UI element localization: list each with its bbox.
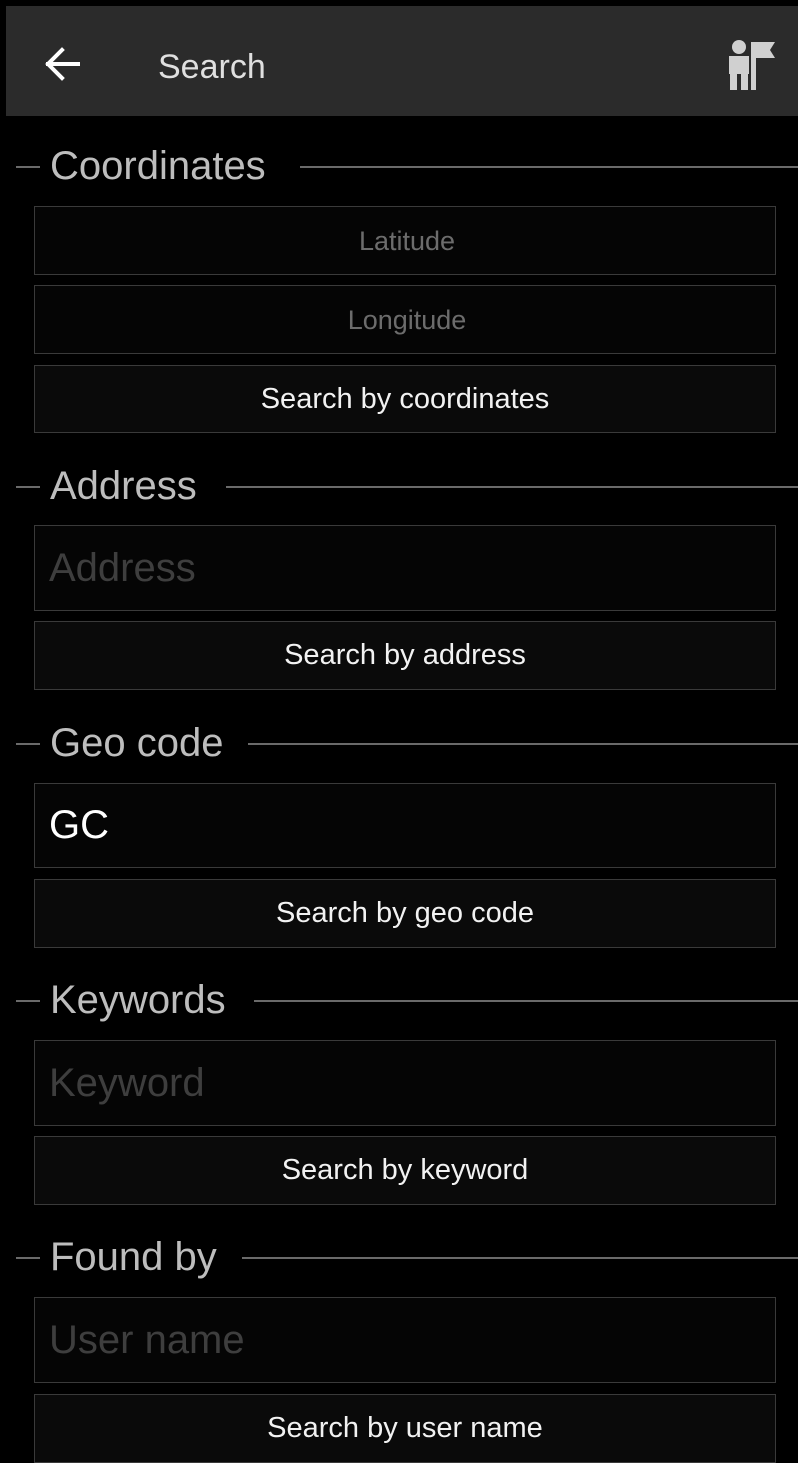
keywords-heading: Keywords: [50, 978, 226, 1022]
address-input[interactable]: [35, 526, 775, 610]
divider: [248, 743, 798, 745]
divider: [300, 166, 798, 168]
button-label: Search by coordinates: [260, 382, 550, 415]
latitude-field-box: [34, 206, 779, 276]
geocacher-flag-icon: [729, 40, 775, 90]
divider: [16, 486, 40, 488]
button-label: Search by address: [284, 639, 526, 671]
address-field-box: [34, 525, 776, 611]
user-name-field-box: [34, 1297, 776, 1383]
longitude-input[interactable]: [35, 286, 779, 355]
divider: [226, 486, 798, 488]
geocode-field-box: [34, 783, 776, 868]
geocode-input[interactable]: [35, 784, 775, 867]
divider: [16, 743, 40, 745]
button-label: Search by keyword: [281, 1154, 529, 1186]
back-button[interactable]: [42, 36, 98, 92]
button-label: Search by geo code: [276, 897, 534, 929]
geocode-section-header: Geo code: [16, 719, 798, 767]
page-title: Search: [158, 48, 266, 86]
geocode-heading: Geo code: [50, 721, 224, 765]
divider: [242, 1257, 798, 1259]
found-by-section-header: Found by: [16, 1233, 798, 1281]
divider: [16, 1257, 40, 1259]
divider: [254, 1000, 798, 1002]
user-name-input[interactable]: [35, 1298, 775, 1382]
coordinates-section-header: Coordinates: [16, 142, 798, 190]
keywords-section-header: Keywords: [16, 976, 798, 1024]
button-label: Search by user name: [267, 1412, 543, 1444]
address-section-header: Address: [16, 462, 798, 510]
arrow-left-icon: [45, 47, 80, 81]
divider: [16, 1000, 40, 1002]
search-by-address-button[interactable]: Search by address: [34, 621, 776, 690]
latitude-input[interactable]: [35, 207, 779, 276]
keyword-field-box: [34, 1040, 776, 1126]
keyword-input[interactable]: [35, 1041, 775, 1125]
coordinates-heading: Coordinates: [50, 144, 266, 188]
search-by-user-name-button[interactable]: Search by user name: [34, 1394, 776, 1463]
divider: [16, 166, 40, 168]
app-toolbar: Search: [6, 6, 798, 116]
search-by-geocode-button[interactable]: Search by geo code: [34, 879, 776, 948]
search-by-coordinates-button[interactable]: Search by coordinates: [34, 365, 776, 433]
found-by-user-button[interactable]: [721, 38, 779, 92]
address-heading: Address: [50, 464, 197, 508]
longitude-field-box: [34, 285, 779, 355]
found-by-heading: Found by: [50, 1235, 217, 1279]
search-screen: Search Coordinates Search by coordinates…: [0, 0, 798, 1463]
search-by-keyword-button[interactable]: Search by keyword: [34, 1136, 776, 1205]
